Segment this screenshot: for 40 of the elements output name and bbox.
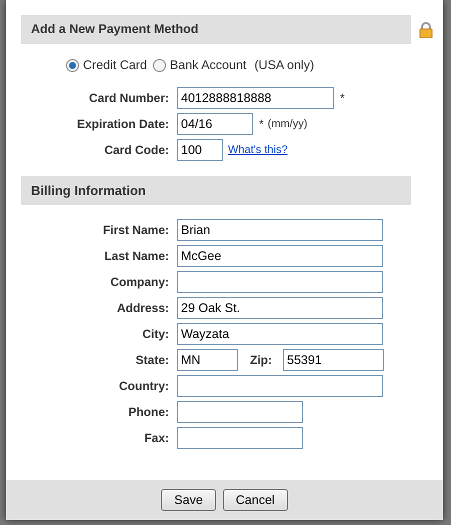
input-field[interactable] (177, 375, 383, 397)
field-label: City: (141, 326, 170, 343)
input-field[interactable]: Wayzata (177, 323, 383, 345)
lock-icon (419, 22, 433, 38)
save-button[interactable]: Save (161, 489, 216, 511)
radio-button[interactable] (152, 58, 166, 72)
cancel-button[interactable]: Cancel (222, 489, 288, 511)
input-field[interactable]: Brian (177, 219, 383, 241)
radio-label[interactable]: Credit Card (83, 56, 147, 74)
field-label: State: (134, 352, 170, 369)
field-label: Card Code: (103, 142, 170, 159)
field-label: Last Name: (103, 248, 170, 265)
field-label: Phone: (127, 404, 170, 421)
format-hint: (mm/yy) (268, 116, 308, 132)
input-field[interactable]: McGee (177, 245, 383, 267)
required-mark: * (340, 90, 345, 107)
input-field[interactable] (177, 401, 303, 423)
input-field[interactable] (177, 427, 303, 449)
input-field[interactable]: 55391 (283, 349, 384, 371)
input-field[interactable]: 100 (177, 139, 223, 161)
radio-label[interactable]: Bank Account (170, 56, 246, 74)
dialog-title: Add a New Payment Method (31, 21, 198, 38)
input-field[interactable]: 4012888818888 (177, 87, 334, 109)
field-label: First Name: (102, 222, 170, 239)
input-field[interactable]: 04/16 (177, 113, 253, 135)
radio-button[interactable] (66, 58, 79, 72)
input-field[interactable]: 29 Oak St. (177, 297, 383, 319)
field-label: Country: (118, 378, 170, 395)
field-label: Company: (109, 274, 170, 291)
field-label: Address: (116, 300, 170, 317)
input-field[interactable]: MN (177, 349, 238, 371)
field-label: Card Number: (88, 90, 170, 107)
field-label: Zip: (250, 352, 273, 369)
help-link[interactable]: What's this? (228, 142, 288, 158)
required-mark: * (259, 116, 264, 133)
input-field[interactable] (177, 271, 383, 293)
section-title: Billing Information (31, 182, 146, 200)
field-label: Expiration Date: (76, 116, 170, 133)
radio-note: (USA only) (254, 56, 314, 74)
field-label: Fax: (143, 430, 170, 447)
